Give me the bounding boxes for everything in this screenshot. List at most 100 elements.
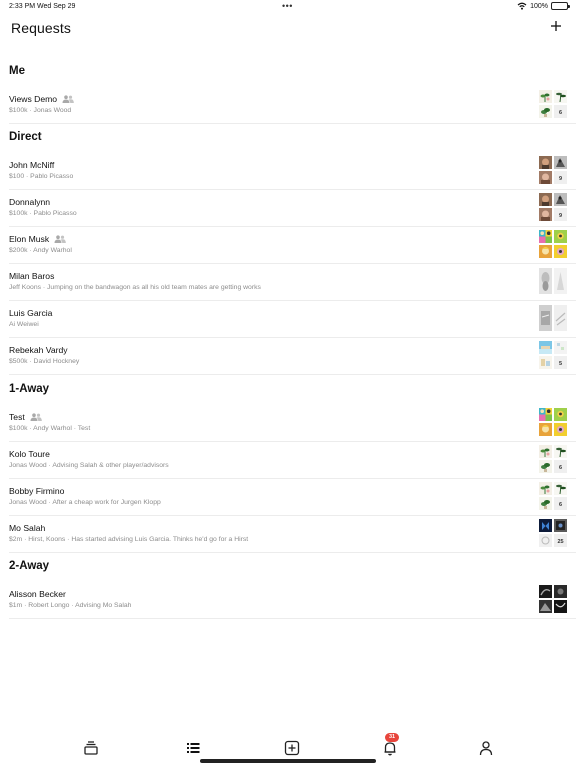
artwork-thumbnail — [539, 208, 552, 221]
artwork-thumbnail — [539, 341, 552, 354]
request-subtitle: $100 · Pablo Picasso — [9, 173, 74, 180]
status-right: 100% — [517, 2, 570, 10]
tab-requests[interactable] — [184, 739, 202, 757]
artwork-thumbnails — [539, 267, 567, 295]
request-subtitle: Jonas Wood · Advising Salah & other play… — [9, 462, 169, 469]
section-title-direct: Direct — [9, 131, 42, 143]
artwork-thumbnails: 6 — [539, 90, 567, 118]
artwork-thumbnail — [539, 460, 552, 473]
tab-profile[interactable] — [477, 739, 495, 757]
group-icon — [62, 95, 74, 103]
request-name-text: Donnalynn — [9, 197, 51, 207]
artwork-count: 9 — [554, 208, 567, 221]
artwork-thumbnails — [539, 230, 567, 258]
request-subtitle: $500k · David Hockney — [9, 358, 80, 365]
request-row[interactable]: Alisson Becker $1m · Robert Longo · Advis… — [9, 582, 576, 619]
request-subtitle: Ai Weiwei — [9, 321, 39, 328]
status-bar: 2:33 PM Wed Sep 29 ••• 100% — [0, 0, 576, 14]
artwork-thumbnail — [554, 408, 567, 421]
artwork-count: 25 — [554, 534, 567, 547]
request-name-text: Milan Baros — [9, 271, 55, 281]
artwork-count: 9 — [554, 171, 567, 184]
group-icon — [30, 413, 42, 421]
artwork-thumbnails: 5 — [539, 341, 567, 369]
tab-add[interactable] — [283, 739, 301, 757]
request-subtitle: $100k · Jonas Wood — [9, 107, 72, 114]
request-row[interactable]: Milan Baros Jeff Koons · Jumping on the b… — [9, 264, 576, 301]
artwork-thumbnail — [554, 245, 567, 258]
artwork-count: 6 — [554, 105, 567, 118]
artwork-thumbnail — [554, 445, 567, 458]
artwork-thumbnails: 25 — [539, 519, 567, 547]
request-row[interactable]: John McNiff $100 · Pablo Picasso 9 — [9, 153, 576, 190]
artwork-thumbnail — [539, 305, 552, 331]
person-icon — [479, 741, 493, 756]
header: Requests — [0, 17, 576, 41]
section-title-1-away: 1-Away — [9, 383, 50, 395]
artwork-count: 5 — [554, 356, 567, 369]
request-row[interactable]: Test $100k · Andy Warhol · Test — [9, 405, 576, 442]
request-name: John McNiff — [9, 160, 54, 170]
artwork-count: 6 — [554, 497, 567, 510]
request-subtitle: $2m · Hirst, Koons · Has started advisin… — [9, 536, 249, 543]
request-name-text: Bobby Firmino — [9, 486, 65, 496]
artwork-thumbnail — [554, 482, 567, 495]
request-row[interactable]: Mo Salah $2m · Hirst, Koons · Has started… — [9, 516, 576, 553]
request-row[interactable]: Elon Musk $200k · Andy Warhol — [9, 227, 576, 264]
artwork-thumbnail — [554, 341, 567, 354]
battery-percent: 100% — [530, 2, 548, 10]
artwork-thumbnail — [554, 600, 567, 613]
request-name-text: Kolo Toure — [9, 449, 50, 459]
artwork-thumbnail — [539, 585, 552, 598]
request-row[interactable]: Views Demo $100k · Jonas Wood 6 — [9, 87, 576, 124]
request-name: Milan Baros — [9, 271, 54, 281]
request-subtitle: Jeff Koons · Jumping on the bandwagon as… — [9, 284, 261, 291]
request-name-text: Elon Musk — [9, 234, 50, 244]
list-icon — [187, 743, 200, 753]
artwork-thumbnail — [554, 585, 567, 598]
artwork-thumbnail — [539, 171, 552, 184]
artwork-thumbnail — [539, 534, 552, 547]
artwork-thumbnails — [539, 304, 567, 332]
artwork-thumbnail — [539, 423, 552, 436]
artwork-thumbnails — [539, 408, 567, 436]
plus-square-icon — [284, 740, 300, 756]
request-subtitle: $1m · Robert Longo · Advising Mo Salah — [9, 602, 132, 609]
section-title-2-away: 2-Away — [9, 560, 50, 572]
request-name-text: Views Demo — [9, 94, 58, 104]
request-row[interactable]: Kolo Toure Jonas Wood · Advising Salah & … — [9, 442, 576, 479]
request-name-text: Luis Garcia — [9, 308, 53, 318]
request-name: Alisson Becker — [9, 589, 66, 599]
artwork-thumbnail — [539, 230, 552, 243]
multitasking-dots[interactable]: ••• — [282, 1, 293, 11]
status-time-date: 2:33 PM Wed Sep 29 — [9, 3, 76, 10]
tab-collections[interactable] — [82, 739, 100, 757]
artwork-thumbnail — [539, 90, 552, 103]
group-icon — [54, 235, 66, 243]
request-subtitle: Jonas Wood · After a cheap work for Jurg… — [9, 499, 161, 506]
artwork-thumbnail — [554, 230, 567, 243]
request-row[interactable]: Bobby Firmino Jonas Wood · After a cheap … — [9, 479, 576, 516]
section-title-me: Me — [9, 65, 25, 77]
artwork-thumbnail — [539, 497, 552, 510]
request-name: Luis Garcia — [9, 308, 52, 318]
request-name: Rebekah Vardy — [9, 345, 68, 355]
artwork-thumbnail — [539, 445, 552, 458]
artwork-thumbnails: 6 — [539, 482, 567, 510]
request-name: Kolo Toure — [9, 449, 50, 459]
plus-icon — [551, 21, 561, 31]
request-name-text: Alisson Becker — [9, 589, 66, 599]
request-row[interactable]: Donnalynn $100k · Pablo Picasso 9 — [9, 190, 576, 227]
artwork-thumbnail — [539, 245, 552, 258]
request-name-text: Mo Salah — [9, 523, 46, 533]
stack-icon — [84, 741, 98, 755]
artwork-thumbnail — [554, 193, 567, 206]
artwork-thumbnail — [539, 105, 552, 118]
request-row[interactable]: Rebekah Vardy $500k · David Hockney 5 — [9, 338, 576, 375]
artwork-thumbnail — [554, 156, 567, 169]
request-name: Donnalynn — [9, 197, 50, 207]
request-row[interactable]: Luis Garcia Ai Weiwei — [9, 301, 576, 338]
artwork-thumbnail — [539, 519, 552, 532]
artwork-thumbnail — [554, 423, 567, 436]
add-request-button[interactable] — [547, 17, 565, 35]
